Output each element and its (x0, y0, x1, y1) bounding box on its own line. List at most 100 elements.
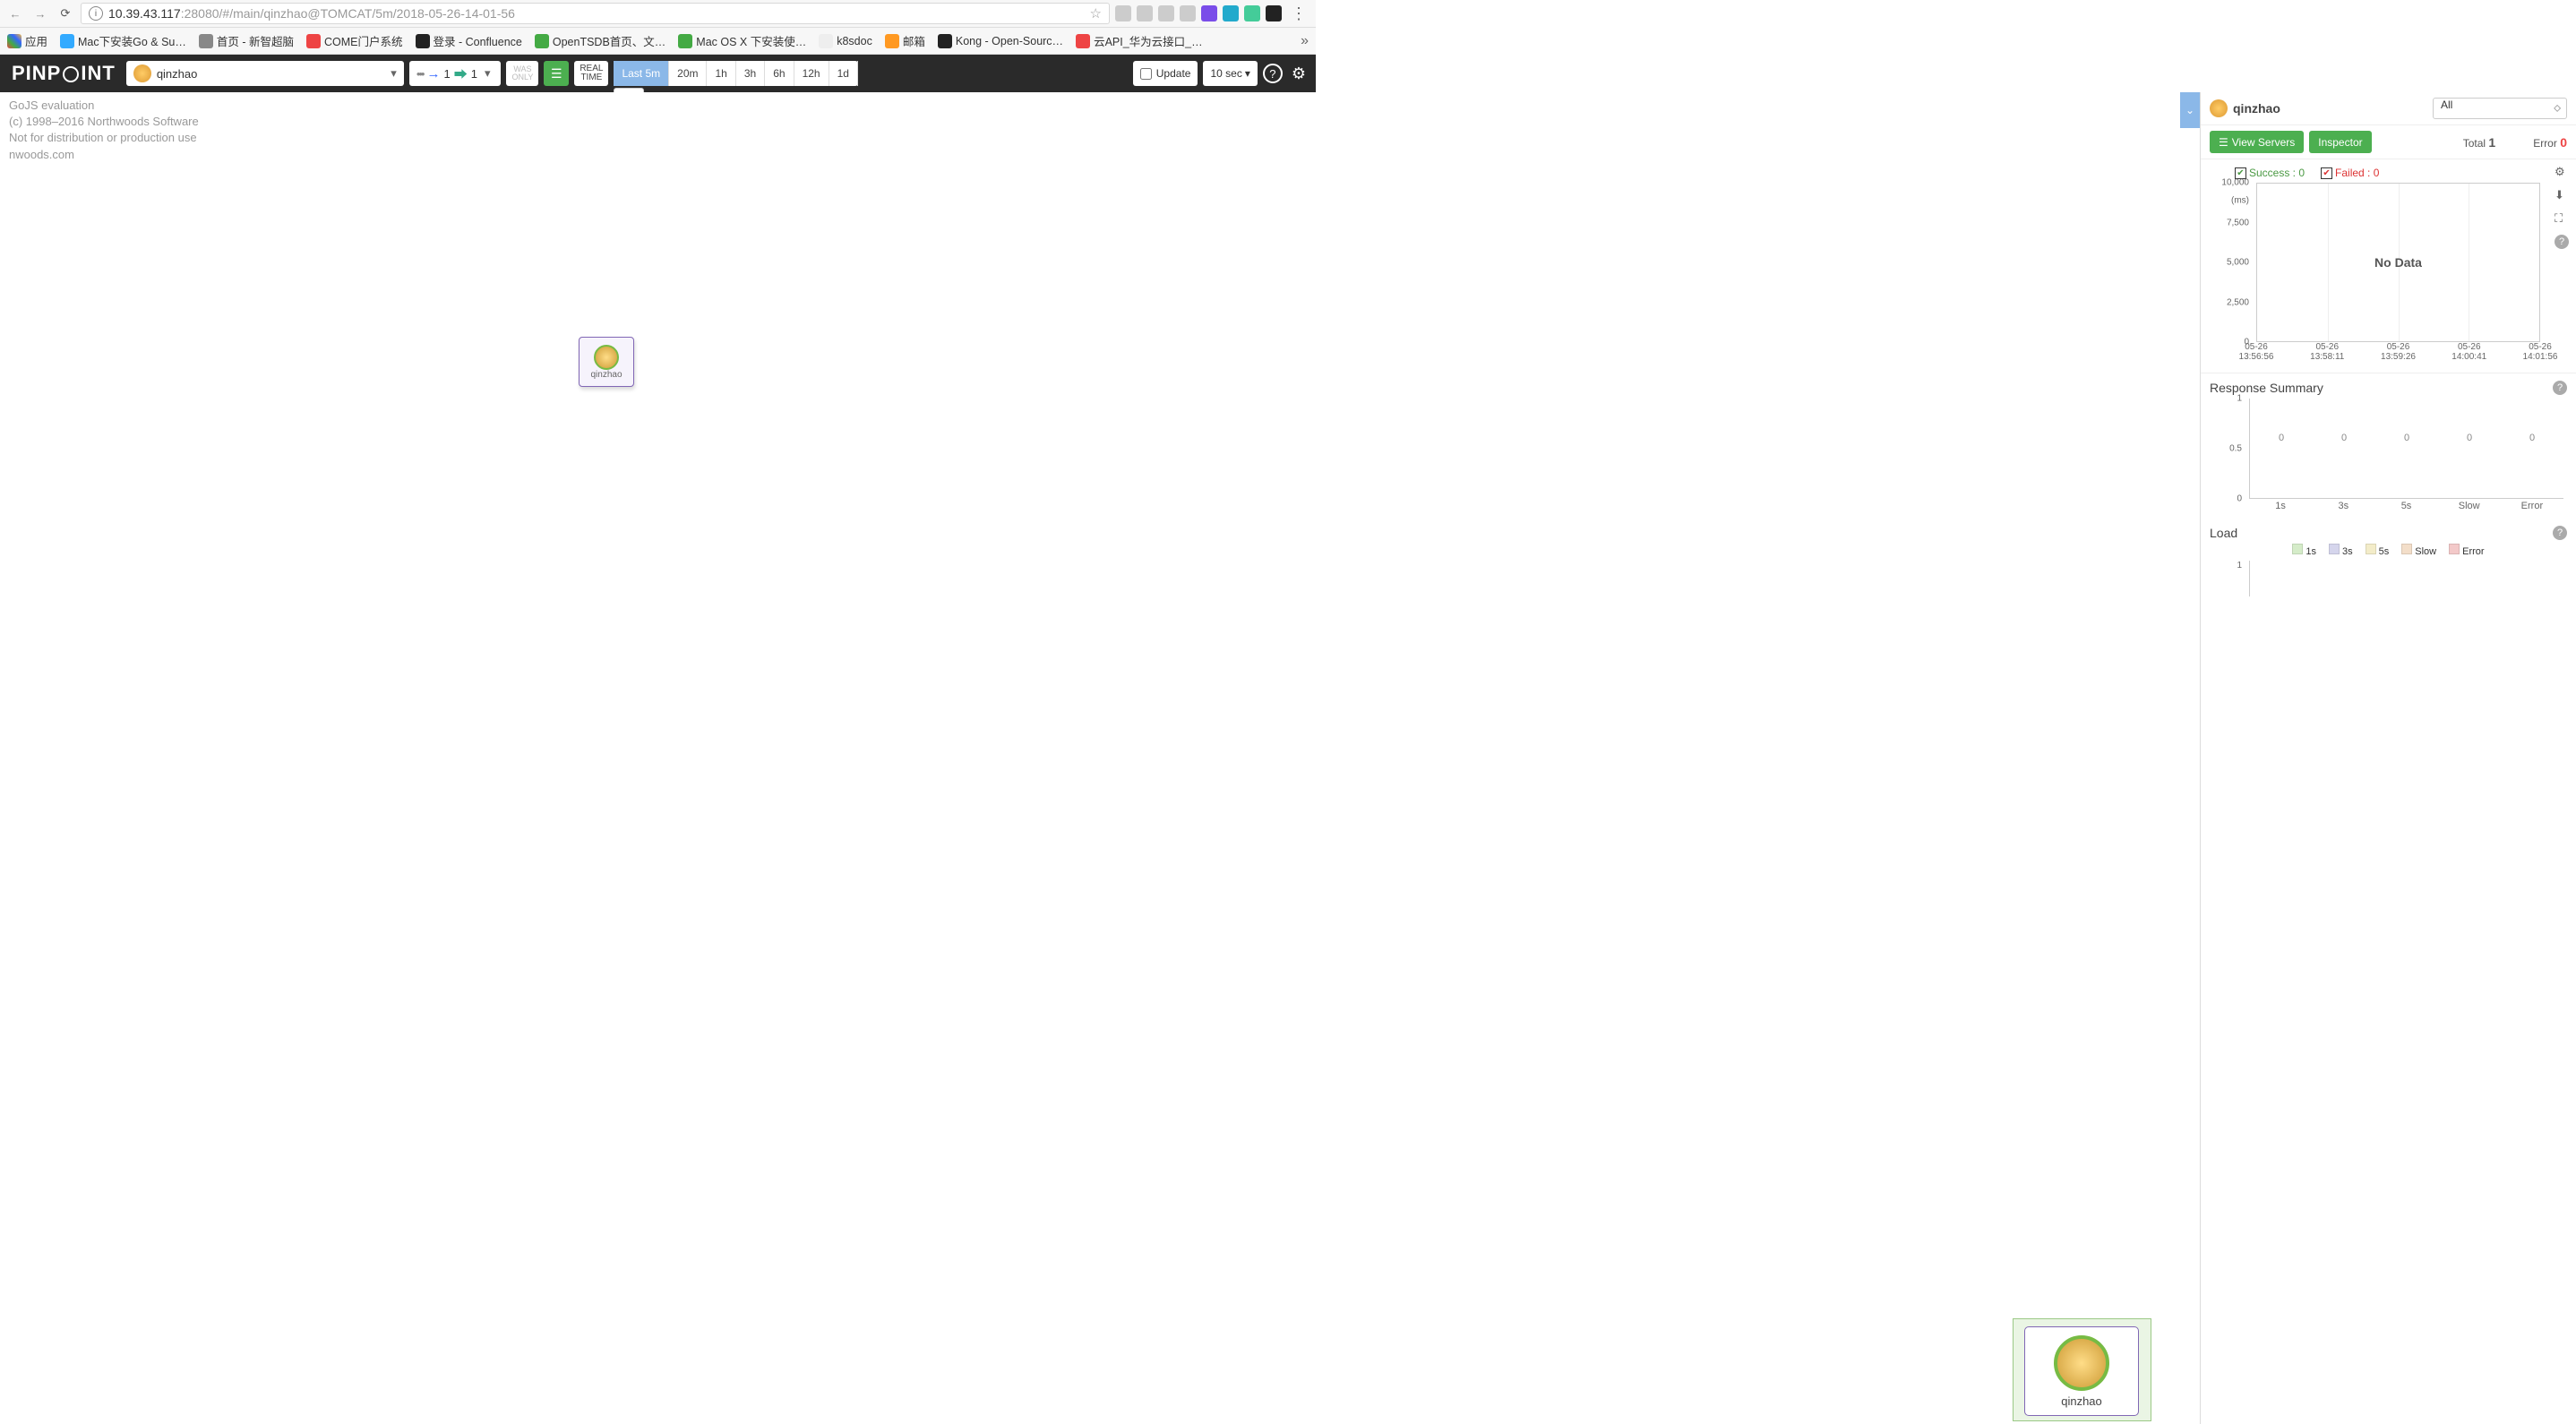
gojs-watermark: GoJS evaluation (c) 1998–2016 Northwoods… (9, 98, 199, 163)
no-data-label: No Data (2374, 255, 2422, 270)
extension-icon[interactable] (1223, 5, 1239, 21)
bookmark-item[interactable]: Mac OS X 下安装使… (678, 32, 806, 49)
pinpoint-logo[interactable]: PINPINT (6, 62, 121, 85)
legend-item[interactable]: 5s (2366, 544, 2390, 557)
bookmark-item[interactable]: 邮箱 (885, 32, 925, 49)
time-range-button[interactable]: Last 5m (614, 61, 669, 86)
minimap[interactable]: qinzhao (2013, 1318, 2151, 1421)
bookmark-icon (819, 34, 833, 48)
refresh-interval-select[interactable]: 10 sec▾ (1203, 61, 1257, 86)
auto-update-toggle[interactable]: Update (1133, 61, 1198, 86)
apps-icon (7, 34, 21, 48)
total-stat: Total 1 (2463, 135, 2496, 150)
y-axis: 1 0.5 0 (2210, 399, 2245, 499)
legend-item[interactable]: Error (2449, 544, 2484, 557)
bookmark-item[interactable]: Mac下安装Go & Su… (60, 32, 186, 49)
bookmark-item[interactable]: Kong - Open-Sourc… (938, 34, 1063, 48)
bookmark-icon (678, 34, 692, 48)
browser-menu-icon[interactable]: ⋮ (1287, 4, 1310, 23)
load-chart[interactable]: 1 (2210, 561, 2567, 596)
panel-title: qinzhao (2233, 101, 2280, 116)
bookmark-icon (885, 34, 899, 48)
bookmark-item[interactable]: 登录 - Confluence (416, 32, 522, 49)
response-summary-title: Response Summary ? (2201, 373, 2576, 395)
extension-icon[interactable] (1180, 5, 1196, 21)
extension-icon[interactable] (1266, 5, 1282, 21)
forward-button[interactable]: → (30, 4, 50, 23)
help-icon[interactable]: ? (1263, 64, 1283, 83)
realtime-button[interactable]: REALTIME (574, 61, 608, 86)
bookmark-icon (1076, 34, 1090, 48)
extension-icon[interactable] (1244, 5, 1260, 21)
time-range-button[interactable]: 1h (707, 61, 735, 86)
time-range-group: Last 5m 20m 1h 3h 6h 12h 1d 2d (614, 61, 858, 86)
inspector-button[interactable]: Inspector (2309, 131, 2371, 153)
url-path: /#/main/qinzhao@TOMCAT/5m/2018-05-26-14-… (219, 6, 515, 21)
checkbox-icon: ✔ (2321, 167, 2332, 179)
y-axis: 10,000 (ms) 7,500 5,000 2,500 0 (2211, 183, 2253, 342)
extension-icon[interactable] (1137, 5, 1153, 21)
time-range-button[interactable]: 20m (669, 61, 707, 86)
bookmark-icon (535, 34, 549, 48)
app-header: PINPINT qinzhao ▾ ••• → 1 ⮕ 1 ▾ WASONLY … (0, 55, 1316, 92)
bookmarks-overflow[interactable]: » (1301, 33, 1309, 49)
bookmark-icon (199, 34, 213, 48)
bookmark-item[interactable]: 云API_华为云接口_… (1076, 32, 1203, 49)
settings-gear-icon[interactable]: ⚙ (2555, 165, 2569, 179)
plot-area: 0 0 0 0 0 (2249, 399, 2563, 499)
url-host: 10.39.43.117 (108, 6, 181, 21)
filter-select[interactable]: All ◇ (2433, 98, 2567, 119)
right-panel: qinzhao All ◇ ☰ View Servers Inspector T… (2200, 92, 2576, 1424)
sidebar-toggle[interactable]: ⌄ (2180, 92, 2200, 128)
caret-icon: ◇ (2554, 104, 2561, 114)
time-range-button[interactable]: 1d (829, 61, 858, 86)
bookmark-item[interactable]: 首页 - 新智超脑 (199, 32, 294, 49)
apps-button[interactable]: 应用 (7, 32, 47, 49)
bookmark-item[interactable]: OpenTSDB首页、文… (535, 32, 665, 49)
x-axis: 1s 3s 5s Slow Error (2249, 501, 2563, 515)
reload-button[interactable]: ⟳ (56, 4, 75, 23)
was-only-toggle[interactable]: WASONLY (506, 61, 538, 86)
topology-canvas[interactable]: GoJS evaluation (c) 1998–2016 Northwoods… (0, 92, 2180, 1424)
bookmark-star-icon[interactable]: ☆ (1090, 5, 1102, 21)
legend-item[interactable]: 1s (2292, 544, 2316, 557)
scatter-chart-section: ✔Success : 0 ✔Failed : 0 ⚙ ⬇ ⛶ ? 10,000 … (2201, 159, 2576, 373)
settings-gear-icon[interactable]: ⚙ (1288, 64, 1309, 83)
extension-icon[interactable] (1115, 5, 1131, 21)
help-icon[interactable]: ? (2553, 526, 2567, 540)
bookmark-icon (60, 34, 74, 48)
inbound-outbound-select[interactable]: ••• → 1 ⮕ 1 ▾ (409, 61, 502, 86)
application-select[interactable]: qinzhao ▾ (126, 61, 404, 86)
main-area: GoJS evaluation (c) 1998–2016 Northwoods… (0, 92, 2576, 1424)
failed-legend-toggle[interactable]: ✔Failed : 0 (2321, 167, 2379, 179)
url-bar[interactable]: i 10.39.43.117:28080/#/main/qinzhao@TOMC… (81, 3, 1110, 24)
info-icon[interactable]: i (89, 6, 103, 21)
extension-icon[interactable] (1201, 5, 1217, 21)
legend-item[interactable]: 3s (2329, 544, 2353, 557)
bookmark-item[interactable]: COME门户系统 (306, 32, 403, 49)
legend-item[interactable]: Slow (2401, 544, 2436, 557)
help-icon[interactable]: ? (2553, 381, 2567, 395)
arrow-right-icon: → (426, 66, 440, 81)
response-summary-chart[interactable]: 1 0.5 0 0 0 0 0 0 1s 3s 5s Slow Error (2210, 399, 2567, 515)
back-button[interactable]: ← (5, 4, 25, 23)
topology-node[interactable]: qinzhao (579, 337, 634, 387)
arrow-right-icon: ⮕ (454, 64, 468, 83)
scatter-chart[interactable]: 10,000 (ms) 7,500 5,000 2,500 0 No Data … (2211, 183, 2567, 362)
dots-icon: ••• (416, 67, 424, 81)
plot-area: No Data (2256, 183, 2540, 342)
time-range-button[interactable]: 3h (736, 61, 765, 86)
bookmark-item[interactable]: k8sdoc (819, 34, 872, 48)
app-name: qinzhao (157, 67, 198, 81)
time-range-button[interactable]: 6h (765, 61, 794, 86)
load-legend: 1s 3s 5s Slow Error (2201, 540, 2576, 561)
time-range-button[interactable]: 12h (794, 61, 829, 86)
view-toggle-button[interactable]: ☰ (544, 61, 569, 86)
plot-area (2249, 561, 2563, 596)
view-servers-button[interactable]: ☰ View Servers (2210, 131, 2304, 153)
tomcat-icon (2210, 99, 2228, 117)
x-axis: 05-2613:56:56 05-2613:58:11 05-2613:59:2… (2256, 342, 2540, 362)
swatch-icon (2401, 544, 2412, 554)
update-checkbox[interactable] (1140, 68, 1152, 80)
extension-icon[interactable] (1158, 5, 1174, 21)
